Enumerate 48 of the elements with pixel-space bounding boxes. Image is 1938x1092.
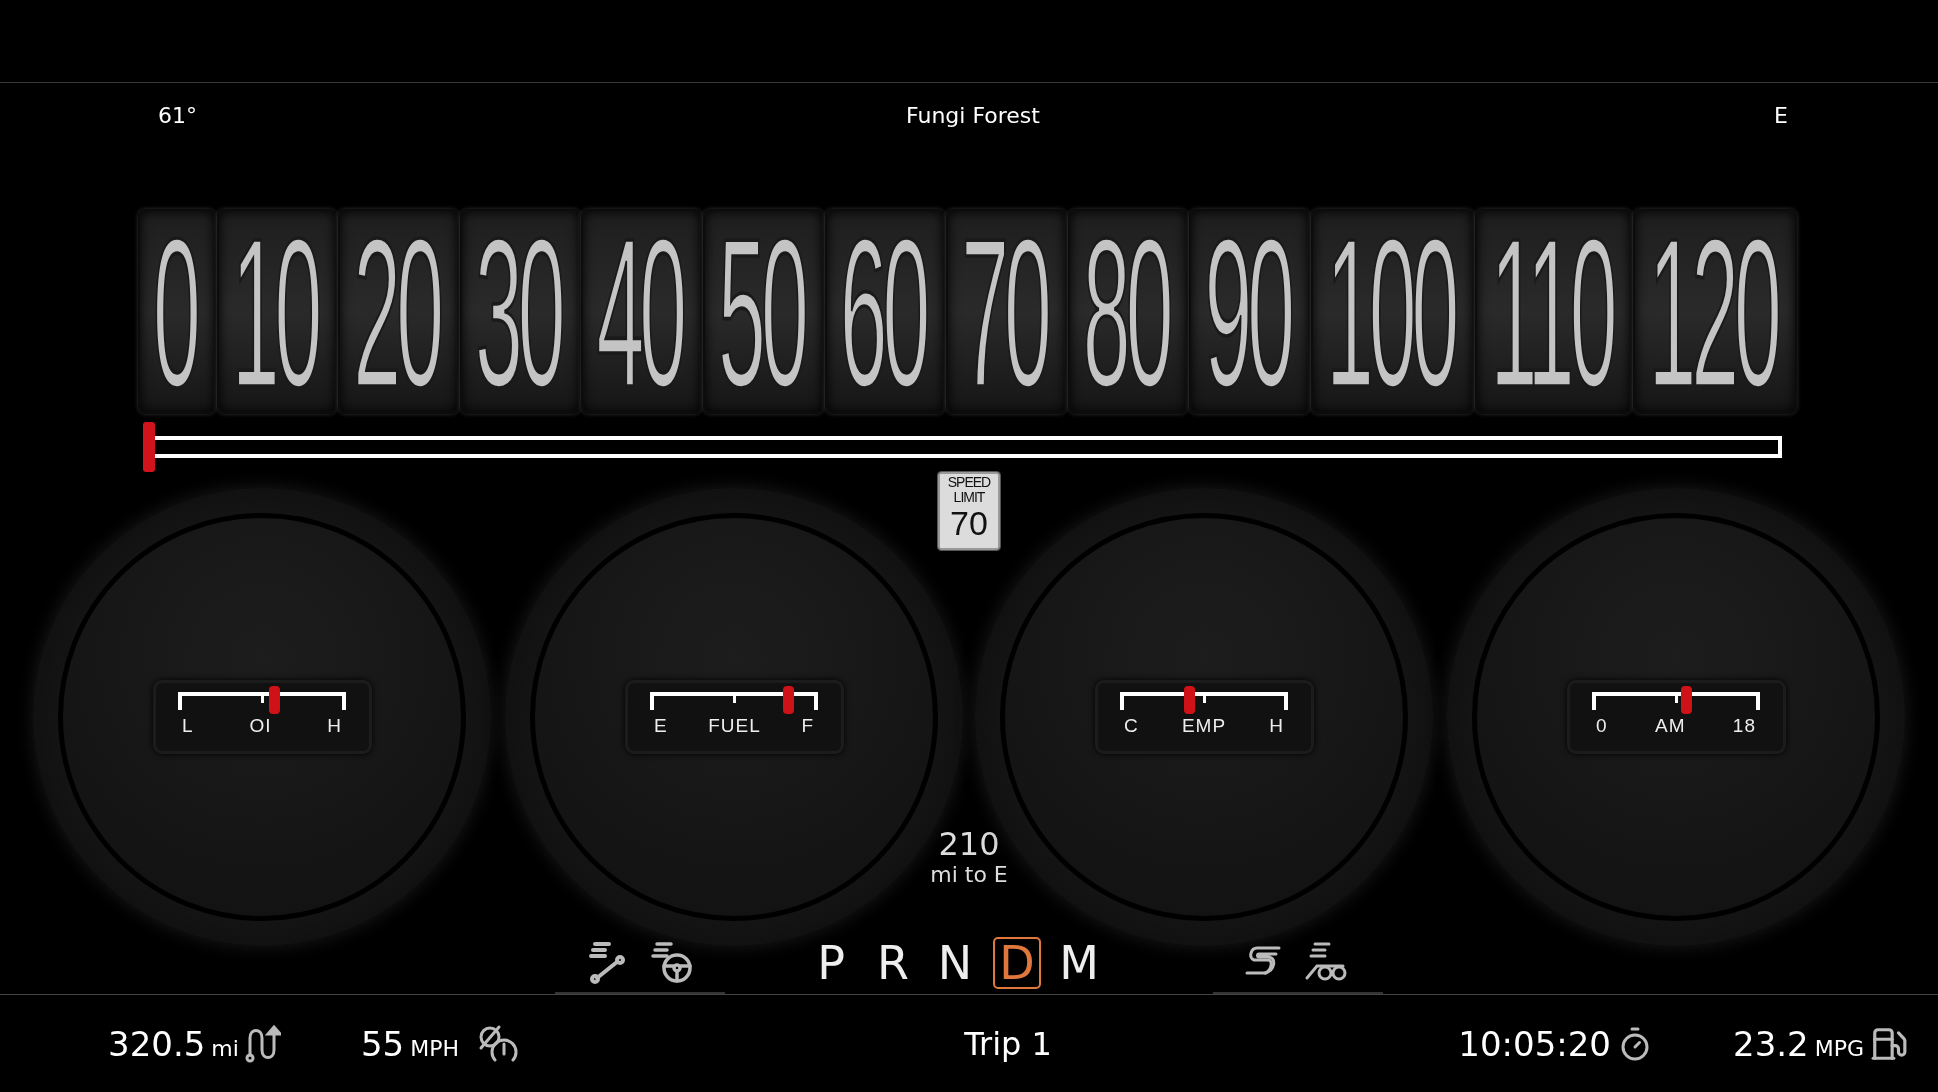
gauge-name: OI	[249, 715, 272, 737]
speed-numeral: 90	[1204, 213, 1292, 410]
gauge-high-label: H	[327, 715, 342, 737]
gauge-low-label: C	[1124, 715, 1139, 737]
gauge-name: FUEL	[708, 715, 761, 737]
steering-wheel-icon[interactable]	[649, 940, 695, 984]
speed-numeral: 20	[353, 213, 441, 410]
gear-option[interactable]: M	[1055, 937, 1103, 989]
speed-numeral: 100	[1325, 213, 1456, 410]
speed-numeral: 60	[839, 213, 927, 410]
speed-numeral: 30	[474, 213, 563, 410]
speed-numeral: 10	[231, 213, 319, 410]
range-label: mi to E	[930, 862, 1008, 887]
speed-numeral: 120	[1648, 213, 1779, 410]
speed-numeral: 80	[1082, 213, 1170, 410]
gauge-name: AM	[1654, 715, 1686, 737]
compass-heading: E	[1774, 102, 1788, 128]
range-value: 210	[938, 826, 1000, 862]
gear-option[interactable]: P	[807, 937, 855, 989]
gauge-high-label: H	[1269, 715, 1284, 737]
speed-numeral: 0	[153, 213, 198, 410]
fuel-economy-unit: MPG	[1814, 1035, 1864, 1061]
gear-option[interactable]: D	[993, 937, 1041, 989]
speed-limit-value: 70	[950, 504, 988, 542]
speed-limit-text: LIMIT	[953, 490, 985, 504]
trip-title: Trip 1	[964, 1024, 1052, 1063]
speed-numeral: 70	[961, 213, 1049, 410]
speed-numeral: 50	[718, 213, 806, 410]
trip-distance-unit: mi	[211, 1035, 239, 1061]
gauge-high-label: F	[801, 715, 814, 737]
gauge-high-label: 18	[1732, 715, 1756, 737]
speed-limit-text: SPEED	[947, 475, 991, 489]
fuel-economy: 23.2	[1733, 1023, 1809, 1064]
gear-option[interactable]: N	[931, 937, 979, 989]
trip-timer: 10:05:20	[1458, 1023, 1611, 1064]
gauge-low-label: L	[182, 715, 194, 737]
set-speed-unit: MPH	[410, 1035, 459, 1061]
set-speed: 55	[360, 1023, 405, 1064]
gauge-low-label: 0	[1596, 715, 1608, 737]
speed-numeral: 110	[1490, 213, 1614, 410]
location-name: Fungi Forest	[906, 102, 1040, 128]
gauge-low-label: E	[654, 715, 668, 737]
trip-distance: 320.5	[108, 1023, 206, 1064]
outside-temperature: 61°	[158, 102, 197, 128]
speed-numeral: 40	[596, 213, 684, 410]
gauge-name: EMP	[1181, 715, 1227, 737]
gear-option[interactable]: R	[869, 937, 917, 989]
route-icon	[244, 1023, 281, 1064]
